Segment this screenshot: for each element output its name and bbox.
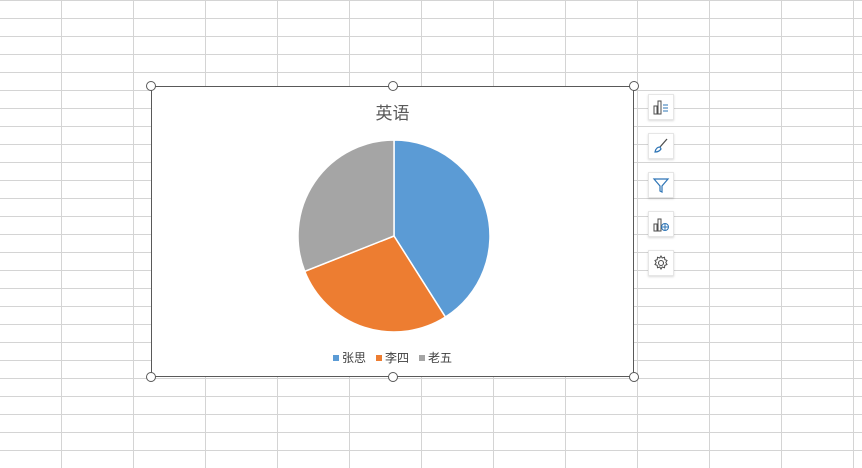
chart-style-button[interactable] [648,133,674,159]
chart-area[interactable]: 英语 张思 李四 老五 [151,86,634,377]
legend-swatch-2 [375,354,382,361]
legend-item-2: 李四 [375,349,409,366]
chart-type-icon [653,218,669,232]
resize-handle-top-right[interactable] [629,81,639,91]
legend-item-1: 张思 [332,349,366,366]
chart-settings-button[interactable] [648,250,674,276]
chart-style-brush-icon [654,138,668,153]
resize-handle-bottom-left[interactable] [146,372,156,382]
chart-elements-button[interactable] [648,94,674,120]
pie-chart[interactable] [152,87,635,378]
chart-filter-icon [652,178,670,193]
resize-handle-bottom-center[interactable] [388,372,398,382]
chart-filter-button[interactable] [648,172,674,198]
settings-gear-icon [654,255,668,270]
legend-swatch-3 [419,354,425,361]
legend-label-3: 老五 [428,351,453,365]
resize-handle-bottom-right[interactable] [629,372,639,382]
legend-label-1: 张思 [341,351,366,365]
chart-elements-icon [653,100,668,115]
legend-label-2: 李四 [384,351,409,365]
chart-legend[interactable]: 张思 李四 老五 [152,349,633,366]
resize-handle-top-left[interactable] [146,81,156,91]
legend-swatch-1 [332,354,339,361]
legend-item-3: 老五 [419,349,452,366]
resize-handle-top-center[interactable] [388,81,398,91]
chart-type-button[interactable] [648,211,674,237]
